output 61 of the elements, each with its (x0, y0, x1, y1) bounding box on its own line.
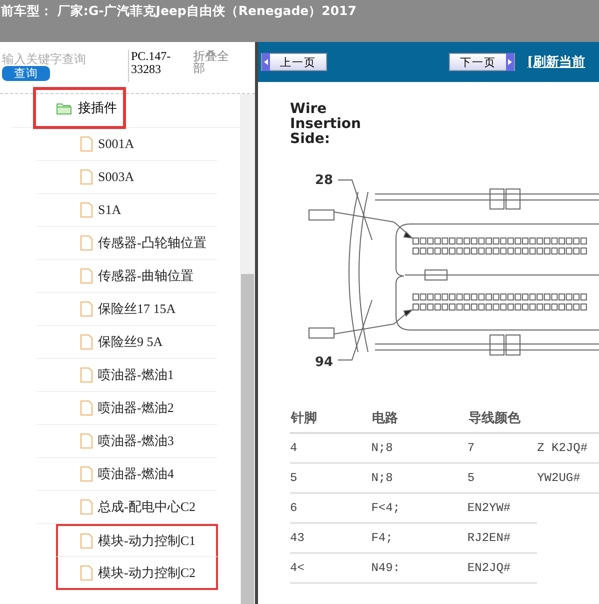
table-cell: 43 (290, 523, 372, 553)
search-button[interactable]: 查询 (2, 66, 50, 81)
tree-file-item[interactable]: S001A (36, 128, 218, 161)
table-cell: Z K2JQ# (537, 433, 599, 463)
refresh-link[interactable]: [刷新当前 (527, 53, 586, 71)
document-icon (80, 301, 93, 317)
tree-file-item[interactable]: 传感器-曲轴位置 (36, 260, 218, 293)
document-icon (80, 564, 93, 580)
tree-folder-item[interactable]: 接插件 (33, 87, 126, 129)
pin-label: 28 (315, 173, 334, 188)
table-cell: 6 (290, 493, 372, 523)
collapse-all-link[interactable]: 折叠全部 (187, 50, 233, 74)
document-icon (80, 367, 93, 383)
table-cell: N49: (371, 553, 468, 583)
table-cell: N;8 (371, 433, 468, 463)
tree-file-item[interactable]: 总成-配电中心C2 (36, 491, 218, 524)
tree-file-item[interactable]: 保险丝9 5A (36, 326, 218, 359)
column-header: 导线颜色 (467, 404, 538, 433)
previous-page-button[interactable]: 上一页 (261, 53, 327, 71)
next-page-button[interactable]: 下一页 (449, 53, 515, 71)
document-icon (80, 533, 93, 549)
document-icon (80, 268, 93, 284)
scrollbar[interactable] (240, 94, 255, 604)
tree-file-item[interactable]: 喷油器-燃油4 (36, 458, 218, 491)
tree-file-item[interactable]: 传感器-凸轮轴位置 (36, 227, 218, 260)
table-cell: YW2UG# (537, 463, 599, 493)
table-cell: 5 (290, 463, 372, 493)
table-cell: N;8 (371, 463, 468, 493)
tree-file-item[interactable]: 喷油器-燃油1 (36, 359, 218, 392)
tree-file-item[interactable]: 保险丝17 15A (36, 293, 218, 326)
tree-file-item[interactable]: 模块-动力控制C1 (56, 524, 218, 557)
table-cell: 5 (467, 463, 538, 493)
table-cell: EN2JQ# (467, 553, 538, 583)
part-code: PC.147-33283 (128, 50, 187, 82)
table-cell: F<4; (371, 493, 468, 523)
wire-insertion-heading: Wire Insertion Side: (290, 102, 361, 147)
table-cell: 4 (290, 433, 372, 463)
document-icon (80, 169, 93, 185)
tree-file-item[interactable]: 模块-动力控制C2 (56, 557, 218, 590)
column-header: 电路 (371, 404, 468, 433)
document-icon (80, 202, 93, 218)
document-icon (80, 499, 93, 515)
table-cell: 4< (290, 553, 372, 583)
tree-file-item[interactable]: 喷油器-燃油3 (36, 425, 218, 458)
document-icon (80, 400, 93, 416)
table-cell: F4; (371, 523, 468, 553)
vehicle-title: 前车型： 厂家:G-广汽菲克Jeep自由侠（Renegade）2017 (0, 2, 356, 20)
tree-file-item[interactable]: 喷油器-燃油2 (36, 392, 218, 425)
document-icon (80, 136, 93, 152)
document-icon (80, 466, 93, 482)
pin-label: 94 (315, 355, 334, 370)
table-cell: EN2YW# (467, 493, 538, 523)
tree-file-item[interactable]: S003A (36, 161, 218, 194)
document-icon (80, 235, 93, 251)
folder-icon (56, 102, 72, 114)
table-cell: 7 (467, 433, 538, 463)
table-cell: RJ2EN# (467, 523, 538, 553)
document-icon (80, 334, 93, 350)
tree-file-item[interactable]: S1A (36, 194, 218, 227)
document-icon (80, 433, 93, 449)
column-header: 针脚 (290, 404, 372, 433)
